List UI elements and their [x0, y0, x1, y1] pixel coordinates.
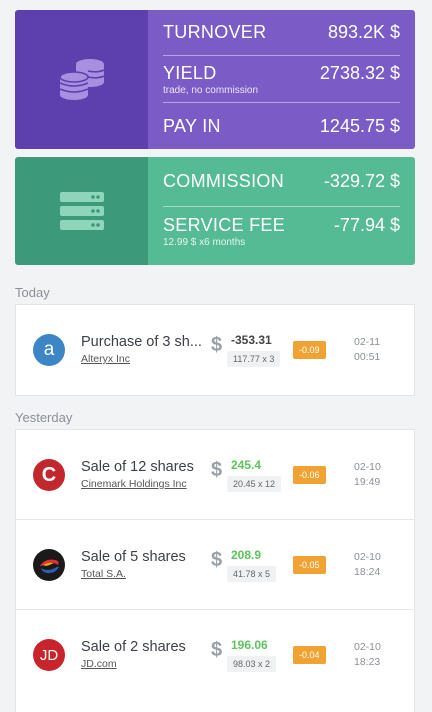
- costs-icon-panel: [15, 157, 148, 265]
- transaction-time: 00:51: [354, 351, 381, 363]
- transaction-datetime: 02-11 00:51: [354, 335, 380, 365]
- service-fee-value: -77.94 $: [333, 215, 400, 235]
- turnover-value: 893.2K $: [327, 22, 400, 42]
- total-swirl-icon: [40, 559, 59, 574]
- coins-stack-icon: [58, 58, 104, 100]
- summary-rows: TURNOVER 893.2K $ YIELD 2738.32 $ trade,…: [148, 10, 415, 149]
- summary-icon-panel: [15, 10, 148, 149]
- yield-label: YIELD: [163, 62, 217, 83]
- dollar-icon: $: [211, 549, 223, 571]
- jd-logo-icon: JD: [33, 639, 65, 671]
- price-quantity: 20.45 x 12: [227, 476, 282, 492]
- dollar-icon: $: [211, 639, 223, 661]
- transaction-date: 02-10: [354, 551, 381, 563]
- transaction-title: Sale of 2 shares: [81, 639, 186, 655]
- company-link[interactable]: JD.com: [81, 658, 117, 670]
- yield-value: 2738.32 $: [319, 62, 400, 83]
- turnover-label: TURNOVER: [163, 22, 267, 42]
- price-quantity: 117.77 x 3: [227, 351, 281, 367]
- transaction-row[interactable]: Sale of 5 shares Total S.A. $ 208.9 41.7…: [16, 520, 414, 610]
- cinemark-logo-icon: C: [33, 459, 65, 491]
- pay-in-row: PAY IN 1245.75 $: [163, 103, 400, 149]
- transaction-row[interactable]: C Sale of 12 shares Cinemark Holdings In…: [16, 430, 414, 520]
- pay-in-label: PAY IN: [163, 115, 221, 136]
- summary-card: TURNOVER 893.2K $ YIELD 2738.32 $ trade,…: [15, 10, 415, 149]
- transaction-amount: -353.31: [231, 333, 272, 347]
- costs-rows: COMMISSION -329.72 $ SERVICE FEE -77.94 …: [148, 157, 415, 265]
- transaction-datetime: 02-10 18:23: [354, 640, 381, 670]
- company-link[interactable]: Alteryx Inc: [81, 353, 130, 365]
- dollar-icon: $: [211, 459, 223, 481]
- transaction-amount: 245.4: [231, 458, 262, 472]
- dollar-icon: $: [211, 334, 223, 356]
- transaction-time: 18:23: [354, 656, 381, 668]
- commission-value: -329.72 $: [323, 171, 400, 191]
- transaction-time: 18:24: [354, 566, 381, 578]
- turnover-row: TURNOVER 893.2K $: [163, 10, 400, 56]
- total-logo-icon: [33, 549, 65, 581]
- transaction-title: Sale of 12 shares: [81, 459, 194, 475]
- transaction-date: 02-11: [354, 336, 381, 348]
- company-link[interactable]: Cinemark Holdings Inc: [81, 478, 187, 490]
- commission-label: COMMISSION: [163, 171, 285, 191]
- yield-row: YIELD 2738.32 $ trade, no commission: [163, 56, 400, 103]
- transaction-amount: 208.9: [231, 548, 262, 562]
- transaction-row[interactable]: a Purchase of 3 sh... Alteryx Inc $ -353…: [16, 305, 414, 395]
- section-today-label: Today: [15, 285, 50, 300]
- yield-sub: trade, no commission: [163, 84, 259, 96]
- yesterday-list: C Sale of 12 shares Cinemark Holdings In…: [15, 429, 415, 712]
- costs-card: COMMISSION -329.72 $ SERVICE FEE -77.94 …: [15, 157, 415, 265]
- service-fee-row: SERVICE FEE -77.94 $ 12.99 $ x6 months: [163, 207, 400, 256]
- server-icon: [59, 192, 104, 230]
- fee-badge: -0.06: [293, 466, 326, 484]
- transaction-time: 19:49: [354, 476, 381, 488]
- transaction-title: Sale of 5 shares: [81, 549, 186, 565]
- transaction-title: Purchase of 3 sh...: [81, 334, 202, 350]
- transaction-datetime: 02-10 19:49: [354, 460, 381, 490]
- fee-badge: -0.04: [293, 646, 326, 664]
- section-yesterday-label: Yesterday: [15, 410, 73, 425]
- transaction-datetime: 02-10 18:24: [354, 550, 381, 580]
- pay-in-value: 1245.75 $: [319, 115, 400, 136]
- transaction-row[interactable]: JD Sale of 2 shares JD.com $ 196.06 98.0…: [16, 610, 414, 700]
- today-list: a Purchase of 3 sh... Alteryx Inc $ -353…: [15, 304, 415, 396]
- transaction-date: 02-10: [354, 461, 381, 473]
- service-fee-sub: 12.99 $ x6 months: [163, 237, 246, 248]
- service-fee-label: SERVICE FEE: [163, 215, 286, 235]
- transaction-date: 02-10: [354, 641, 381, 653]
- fee-badge: -0.05: [293, 556, 326, 574]
- price-quantity: 98.03 x 2: [227, 656, 277, 672]
- alteryx-logo-icon: a: [33, 334, 65, 366]
- commission-row: COMMISSION -329.72 $: [163, 157, 400, 207]
- fee-badge: -0.09: [293, 341, 326, 359]
- price-quantity: 41.78 x 5: [227, 566, 277, 582]
- company-link[interactable]: Total S.A.: [81, 568, 126, 580]
- transaction-amount: 196.06: [231, 638, 268, 652]
